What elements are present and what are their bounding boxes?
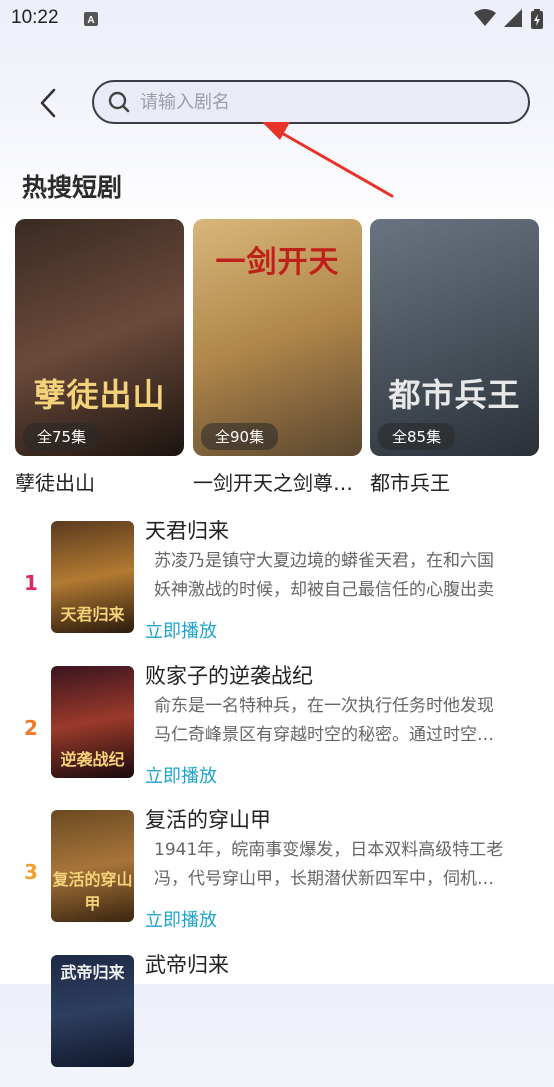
wifi-icon (474, 9, 496, 26)
rank-drama-description: 俞东是一名特种兵，在一次执行任务时他发现马仁奇峰景区有穿越时空的秘密。通过时空隧… (154, 696, 494, 745)
drama-thumbnail[interactable]: 天君归来 (51, 521, 134, 633)
drama-name[interactable]: 都市兵王 (370, 467, 539, 496)
play-now-link[interactable]: 立即播放 (145, 617, 217, 643)
poster-title-art: 孽徒出山 (33, 376, 166, 414)
chevron-left-icon (40, 88, 56, 118)
rank-drama-title[interactable]: 败家子的逆袭战纪 (145, 660, 313, 690)
rank-drama-description: 1941年，皖南事变爆发，日本双料高级特工老冯，代号穿山甲，长期潜伏新四军中，伺… (154, 840, 504, 889)
poster-title-art: 都市兵王 (388, 376, 521, 414)
drama-poster[interactable]: 一剑开天全90集 (193, 219, 362, 456)
drama-thumbnail[interactable]: 逆袭战纪 (51, 666, 134, 778)
poster-title-art: 一剑开天 (215, 245, 340, 280)
search-icon (108, 91, 130, 113)
section-title-hot: 热搜短剧 (22, 173, 123, 202)
rank-drama-title[interactable]: 武帝归来 (145, 949, 229, 979)
back-button[interactable] (30, 84, 66, 122)
episode-count-badge: 全90集 (201, 423, 279, 450)
drama-poster[interactable]: 都市兵王全85集 (370, 219, 539, 456)
battery-charging-icon (531, 9, 543, 29)
a-notification-icon: A (84, 12, 98, 26)
rank-list-item[interactable]: 1 天君归来 天君归来 苏凌乃是镇守大夏边境的蟒雀天君，在和六国妖神激战的时候，却被自… (0, 519, 554, 653)
episode-count-badge: 全85集 (378, 423, 456, 450)
rank-drama-title[interactable]: 天君归来 (145, 515, 229, 545)
play-now-link[interactable]: 立即播放 (145, 762, 217, 788)
thumbnail-title-art: 逆袭战纪 (60, 750, 125, 769)
rank-list-item[interactable]: 2 逆袭战纪 败家子的逆袭战纪 俞东是一名特种兵，在一次执行任务时他发现马仁奇峰景区有… (0, 664, 554, 798)
rank-number: 1 (24, 571, 38, 595)
drama-name[interactable]: 孽徒出山 (15, 467, 184, 496)
drama-name[interactable]: 一剑开天之剑尊归来 (193, 467, 362, 496)
rank-drama-description: 苏凌乃是镇守大夏边境的蟒雀天君，在和六国妖神激战的时候，却被自己最信任的心腹出卖 (154, 551, 494, 600)
status-bar: 10:22 A (0, 0, 554, 40)
episode-count-badge: 全75集 (23, 423, 101, 450)
drama-thumbnail[interactable]: 武帝归来 (51, 955, 134, 1067)
hot-drama-card[interactable]: 孽徒出山 全75集 孽徒出山 (15, 219, 184, 496)
thumbnail-title-art: 复活的穿山甲 (52, 870, 133, 913)
thumbnail-title-art: 天君归来 (60, 605, 125, 624)
rank-number: 2 (24, 716, 38, 740)
rank-list-item[interactable]: 武帝归来 武帝归来 (0, 953, 554, 1087)
play-now-link[interactable]: 立即播放 (145, 906, 217, 932)
rank-number: 3 (24, 860, 38, 884)
drama-thumbnail[interactable]: 复活的穿山甲 (51, 810, 134, 922)
hot-drama-card[interactable]: 都市兵王 全85集 都市兵王 (370, 219, 539, 496)
annotation-arrow (262, 122, 394, 198)
drama-poster[interactable]: 孽徒出山全75集 (15, 219, 184, 456)
rank-drama-title[interactable]: 复活的穿山甲 (145, 804, 271, 834)
hot-drama-card[interactable]: 一剑开天全90集一剑开天之剑尊归来 (193, 219, 362, 496)
rank-list-item[interactable]: 3 复活的穿山甲 复活的穿山甲 1941年，皖南事变爆发，日本双料高级特工老冯，代号穿… (0, 808, 554, 942)
svg-text:A: A (87, 15, 94, 26)
signal-icon (504, 9, 522, 27)
thumbnail-title-art: 武帝归来 (60, 963, 125, 982)
status-time: 10:22 (11, 7, 59, 28)
